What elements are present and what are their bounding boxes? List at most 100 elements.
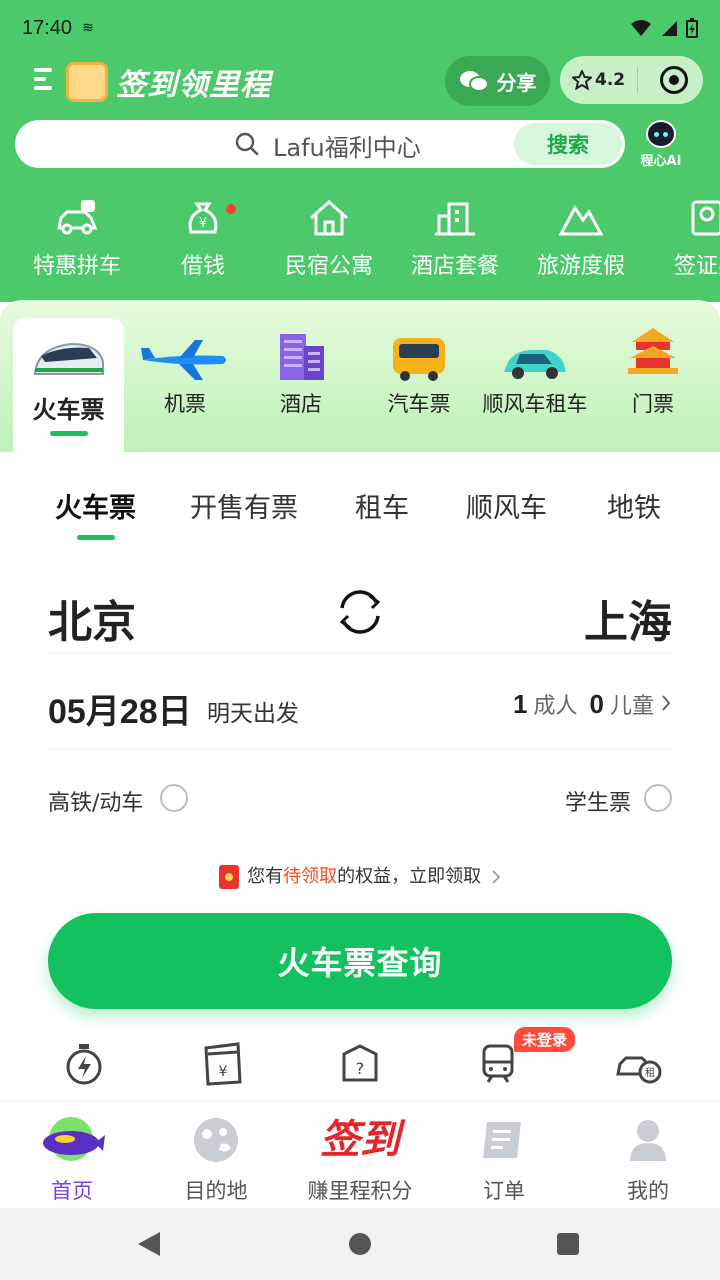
search-input[interactable]: Lafu福利中心 搜索 bbox=[15, 120, 625, 168]
active-indicator bbox=[76, 535, 115, 540]
status-icons bbox=[630, 18, 698, 38]
nav-label: 目的地 bbox=[184, 1179, 248, 1203]
tab-label: 汽车票 bbox=[387, 392, 451, 416]
recent-apps-icon[interactable] bbox=[557, 1233, 579, 1255]
tab-train[interactable]: 火车票 bbox=[13, 318, 124, 452]
quick-label: 特惠拼车 bbox=[32, 254, 121, 279]
tab-label: 门票 bbox=[632, 392, 674, 416]
money-bag-icon: ¥ bbox=[188, 202, 218, 234]
child-count: 0 bbox=[589, 689, 604, 719]
promo-highlight: 待领取 bbox=[283, 866, 338, 887]
stopwatch-icon[interactable] bbox=[64, 1042, 104, 1086]
departure-date[interactable]: 05月28日 bbox=[48, 684, 192, 733]
destination-icon bbox=[161, 1113, 271, 1167]
back-icon[interactable] bbox=[138, 1232, 160, 1256]
nav-destination[interactable]: 目的地 bbox=[161, 1113, 271, 1205]
subtab-label: 开售有票 bbox=[190, 493, 298, 524]
passenger-selector[interactable]: 1 成人 0 儿童 bbox=[513, 688, 672, 720]
nav-label: 订单 bbox=[483, 1179, 525, 1203]
share-button[interactable]: 分享 bbox=[445, 56, 550, 106]
promo-suffix: 的权益，立即领取 bbox=[337, 866, 482, 887]
tab-flight[interactable]: 机票 bbox=[130, 322, 240, 418]
swap-cities-icon[interactable] bbox=[334, 586, 386, 638]
tab-label: 顺风车租车 bbox=[482, 392, 588, 416]
close-miniprogram-icon[interactable] bbox=[660, 66, 689, 94]
question-box-icon[interactable]: ? bbox=[340, 1042, 380, 1086]
car-pool-icon bbox=[57, 200, 98, 235]
home-icon[interactable] bbox=[349, 1233, 371, 1255]
active-indicator bbox=[49, 431, 88, 436]
transport-tabs: 火车票 机票 酒店 汽车票 顺风车租车 门票 bbox=[0, 300, 720, 452]
status-time: 17:40 bbox=[22, 16, 73, 39]
app-header: 签到领里程 分享 4.2 bbox=[0, 56, 720, 120]
rating-button[interactable]: 4.2 bbox=[572, 70, 625, 90]
quick-item-visa[interactable]: 签证办 bbox=[644, 198, 720, 280]
nav-label: 我的 bbox=[627, 1179, 669, 1203]
car-rent-icon[interactable]: 租 bbox=[616, 1042, 662, 1086]
quick-label: 旅游度假 bbox=[536, 254, 625, 279]
train-front-icon[interactable] bbox=[478, 1042, 518, 1086]
nav-profile[interactable]: 我的 bbox=[593, 1113, 703, 1205]
wifi-icon bbox=[631, 20, 651, 36]
rating-value: 4.2 bbox=[595, 70, 626, 90]
star-icon bbox=[572, 70, 592, 90]
quick-item-vacation[interactable]: 旅游度假 bbox=[518, 198, 644, 280]
svg-text:¥: ¥ bbox=[219, 1064, 228, 1080]
hotel-icon bbox=[246, 322, 356, 382]
red-envelope-icon bbox=[219, 865, 240, 889]
subtab-rideshare[interactable]: 顺风车 bbox=[466, 486, 547, 525]
notification-dot bbox=[226, 204, 236, 214]
quick-item-hotel-package[interactable]: 酒店套餐 bbox=[392, 198, 518, 280]
chevron-right-icon bbox=[492, 870, 500, 884]
page-title: 签到领里程 bbox=[116, 68, 271, 103]
nav-label: 首页 bbox=[51, 1179, 93, 1203]
subtab-metro[interactable]: 地铁 bbox=[607, 486, 661, 525]
tab-label: 酒店 bbox=[280, 392, 322, 416]
tab-label: 火车票 bbox=[32, 396, 105, 424]
tab-hotel[interactable]: 酒店 bbox=[246, 322, 356, 418]
search-train-button[interactable]: 火车票查询 bbox=[48, 913, 672, 1009]
nav-home[interactable]: 首页 bbox=[17, 1113, 127, 1205]
tab-tickets[interactable]: 门票 bbox=[598, 322, 708, 418]
quick-item-carpool[interactable]: 特惠拼车 bbox=[14, 198, 140, 280]
menu-icon[interactable] bbox=[34, 68, 58, 94]
yen-envelope-icon[interactable]: ¥ bbox=[202, 1042, 242, 1086]
divider bbox=[48, 652, 672, 653]
subtab-train-ticket[interactable]: 火车票 bbox=[55, 486, 136, 540]
from-city[interactable]: 北京 bbox=[48, 586, 136, 650]
mini-program-capsule: 4.2 bbox=[560, 56, 703, 104]
promo-prefix: 您有 bbox=[247, 866, 284, 887]
quick-item-loan[interactable]: ¥ 借钱 bbox=[140, 198, 266, 280]
temple-icon bbox=[598, 322, 708, 382]
nav-checkin-points[interactable]: 签到 赚里程积分 bbox=[296, 1113, 424, 1205]
student-checkbox[interactable] bbox=[644, 784, 672, 812]
bottom-navigation: 首页 目的地 签到 赚里程积分 订单 我的 bbox=[0, 1100, 720, 1208]
divider bbox=[48, 748, 672, 749]
not-logged-in-badge: 未登录 bbox=[514, 1027, 576, 1052]
highspeed-checkbox[interactable] bbox=[160, 784, 188, 812]
subtab-on-sale[interactable]: 开售有票 bbox=[190, 486, 298, 525]
tab-bus[interactable]: 汽车票 bbox=[364, 322, 474, 418]
adult-label: 成人 bbox=[533, 694, 578, 719]
tab-label: 机票 bbox=[164, 392, 206, 416]
mountain-icon bbox=[559, 205, 603, 236]
search-button[interactable]: 搜索 bbox=[514, 123, 622, 165]
tab-rideshare-rental[interactable]: 顺风车租车 bbox=[480, 322, 590, 418]
passport-icon bbox=[691, 200, 720, 236]
ai-robot-icon bbox=[646, 120, 676, 148]
quick-item-homestay[interactable]: 民宿公寓 bbox=[266, 198, 392, 280]
student-option-label: 学生票 bbox=[565, 791, 632, 816]
nav-orders[interactable]: 订单 bbox=[449, 1113, 559, 1205]
departure-date-note: 明天出发 bbox=[207, 701, 299, 727]
ai-assistant-button[interactable]: 程心AI bbox=[636, 120, 686, 169]
subtab-car-rental[interactable]: 租车 bbox=[355, 486, 409, 525]
benefit-promo-link[interactable]: 您有待领取的权益，立即领取 bbox=[0, 862, 720, 889]
order-icon bbox=[449, 1113, 559, 1167]
quick-label: 借钱 bbox=[180, 254, 225, 279]
child-label: 儿童 bbox=[609, 694, 654, 719]
highspeed-option-label: 高铁/动车 bbox=[48, 791, 144, 816]
to-city[interactable]: 上海 bbox=[584, 586, 672, 650]
battery-icon bbox=[686, 18, 698, 38]
checkin-icon: 签到 bbox=[296, 1113, 424, 1167]
capsule-divider bbox=[637, 67, 639, 93]
